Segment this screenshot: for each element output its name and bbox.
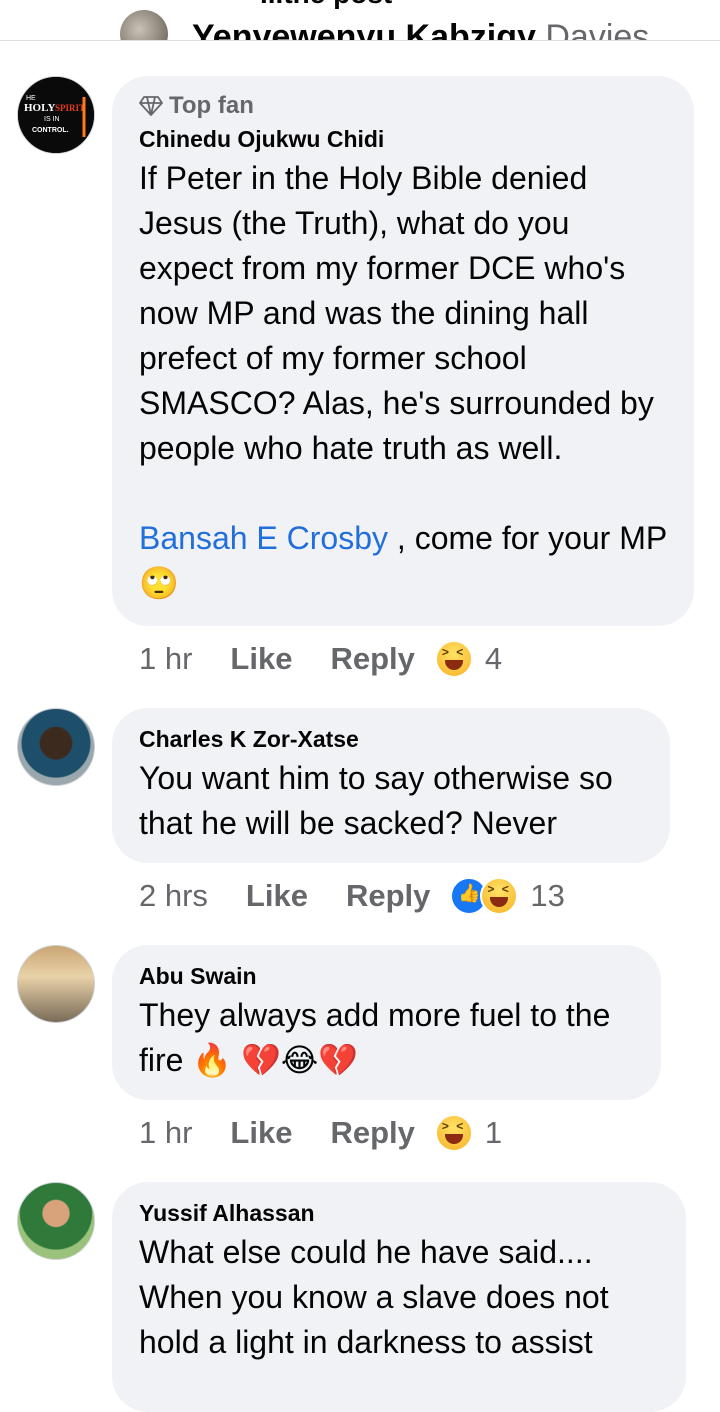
reactions-summary[interactable] [450, 877, 519, 915]
reactions-summary[interactable] [434, 640, 473, 678]
comment-text: You want him to say otherwise so that he… [139, 760, 622, 841]
partial-post-title: ...the post [260, 0, 392, 10]
haha-reaction-icon [434, 640, 473, 678]
holy-spirit-logo-avatar: HE HOLY SPIRIT IS IN CONTROL. [18, 77, 94, 153]
top-fan-badge: Top fan [139, 92, 668, 120]
comment-timestamp[interactable]: 2 hrs [139, 878, 208, 914]
previous-author-name[interactable]: Yenyewenyu Kabzigy Davies ... [192, 18, 687, 40]
haha-reaction-icon [480, 877, 519, 915]
comment-timestamp[interactable]: 1 hr [139, 1115, 192, 1151]
reply-button[interactable]: Reply [330, 1115, 414, 1151]
previous-author-avatar[interactable] [120, 10, 168, 40]
like-button[interactable]: Like [230, 1115, 292, 1151]
comment-author[interactable]: Charles K Zor-Xatse [139, 724, 644, 754]
comment-bubble[interactable]: Abu Swain They always add more fuel to t… [112, 945, 661, 1100]
reply-button[interactable]: Reply [330, 641, 414, 677]
comment-timestamp[interactable]: 1 hr [139, 641, 192, 677]
comment-actions: 2 hrs Like Reply 13 [139, 877, 565, 915]
comment-text: They always add more fuel to the fire 🔥 … [139, 997, 620, 1078]
mention-link[interactable]: Bansah E Crosby [139, 520, 388, 556]
comment-author[interactable]: Chinedu Ojukwu Chidi [139, 124, 668, 154]
avatar[interactable] [17, 708, 95, 786]
avatar[interactable]: HE HOLY SPIRIT IS IN CONTROL. [17, 76, 95, 154]
reply-button[interactable]: Reply [346, 878, 430, 914]
comment-mention-line: Bansah E Crosby , come for your MP🙄 [139, 520, 668, 601]
avatar[interactable] [17, 945, 95, 1023]
avatar[interactable] [17, 1182, 95, 1260]
comment-actions: 1 hr Like Reply 1 [139, 1114, 502, 1152]
svg-text:CONTROL.: CONTROL. [32, 127, 69, 134]
like-button[interactable]: Like [230, 641, 292, 677]
comment-text: If Peter in the Holy Bible denied Jesus … [139, 160, 663, 466]
like-button[interactable]: Like [246, 878, 308, 914]
reactions-summary[interactable] [434, 1114, 473, 1152]
svg-text:IS IN: IS IN [44, 116, 60, 123]
svg-text:HE: HE [26, 95, 36, 102]
comment-author[interactable]: Abu Swain [139, 961, 635, 991]
comment-author[interactable]: Yussif Alhassan [139, 1198, 660, 1228]
reaction-count: 1 [484, 1115, 503, 1150]
reaction-count: 4 [484, 641, 503, 676]
svg-text:HOLY: HOLY [24, 102, 55, 114]
haha-reaction-icon [434, 1114, 473, 1152]
diamond-icon [139, 96, 163, 116]
previous-comment-strip: ...the post Yenyewenyu Kabzigy Davies ..… [0, 0, 720, 41]
svg-text:SPIRIT: SPIRIT [55, 103, 85, 113]
comment-bubble[interactable]: Top fan Chinedu Ojukwu Chidi If Peter in… [112, 76, 694, 626]
comment-text: What else could he have said.... When yo… [139, 1234, 609, 1360]
comment-bubble[interactable]: Yussif Alhassan What else could he have … [112, 1182, 686, 1412]
comment-actions: 1 hr Like Reply 4 [139, 640, 502, 678]
comment-bubble[interactable]: Charles K Zor-Xatse You want him to say … [112, 708, 670, 863]
reaction-count: 13 [530, 878, 565, 913]
